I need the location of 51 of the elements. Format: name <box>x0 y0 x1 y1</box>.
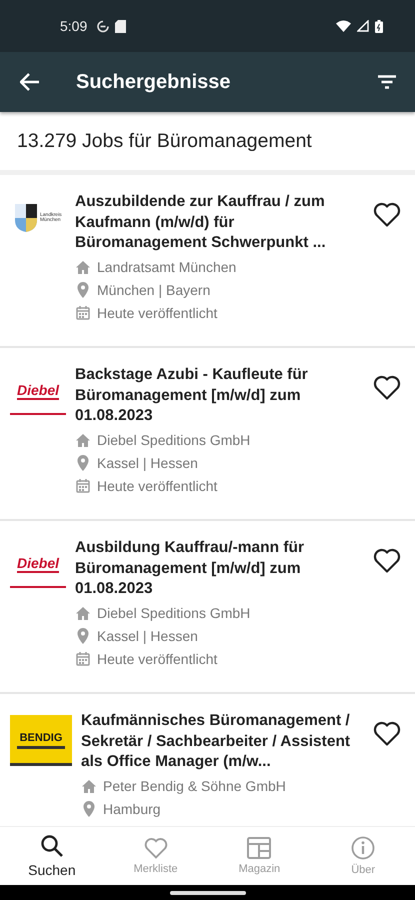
heart-icon <box>144 837 168 859</box>
company-name: Landratsamt München <box>97 259 236 275</box>
job-title: Backstage Azubi - Kaufleute für Büromanagement [m/w/d] zum 01.08.2023 <box>75 365 309 426</box>
job-card[interactable]: Diebel Ausbildung Kauffrau/-mann für Büromanagement [m/w/d] zum 01.08.2023 Diebel Speditions GmbH Kassel | Hessen Heute veröffentlicht <box>0 521 415 694</box>
publish-date: Heute veröffentlicht <box>97 478 218 494</box>
publish-date: Heute veröffentlicht <box>97 651 218 667</box>
calendar-icon <box>75 652 91 666</box>
filter-icon[interactable] <box>377 75 397 89</box>
publish-date: Heute veröffentlicht <box>97 305 218 321</box>
heart-icon[interactable] <box>373 548 401 573</box>
screen-title: Suchergebnisse <box>76 70 231 94</box>
battery-icon <box>375 20 383 32</box>
heart-icon[interactable] <box>373 721 401 746</box>
wifi-icon <box>336 20 351 32</box>
job-card[interactable]: BENDIG Kaufmännisches Büromanagement / Sekretär / Sachbearbeiter / Assistent als Office Manager (m/w... Peter Bendig & Söhne GmbH Hamburg <box>0 694 415 826</box>
result-count: 13.279 Jobs für Büromanagement <box>17 130 312 152</box>
job-title: Kaufmännisches Büromanagement / Sekretär / Sachbearbeiter / Assistent als Office Manager (m/w... <box>81 711 352 772</box>
company-name: Diebel Speditions GmbH <box>97 432 250 448</box>
calendar-icon <box>75 479 91 493</box>
nav-tab[interactable]: Suchen <box>0 827 104 885</box>
company-logo: Diebel <box>10 542 66 588</box>
company-name: Diebel Speditions GmbH <box>97 605 250 621</box>
job-title: Auszubildende zur Kauffrau / zum Kaufmann (m/w/d) für Büromanagement Schwerpunkt ... <box>75 192 327 253</box>
job-title: Ausbildung Kauffrau/-mann für Büromanagement [m/w/d] zum 01.08.2023 <box>75 538 306 599</box>
company-logo: Diebel <box>10 369 66 415</box>
home-icon <box>75 434 91 446</box>
home-icon <box>81 780 97 792</box>
location-pin-icon <box>75 628 91 644</box>
location-pin-icon <box>75 455 91 471</box>
location-pin-icon <box>75 282 91 298</box>
company-name: Peter Bendig & Söhne GmbH <box>103 778 286 794</box>
calendar-icon <box>75 306 91 320</box>
job-location: München | Bayern <box>97 282 210 298</box>
home-icon <box>75 606 91 620</box>
job-location: Kassel | Hessen <box>97 455 198 471</box>
info-icon <box>351 836 376 860</box>
company-logo: BENDIG <box>10 715 72 766</box>
search-icon <box>40 834 64 858</box>
newspaper-icon <box>247 837 272 859</box>
location-pin-icon <box>81 801 97 817</box>
heart-icon[interactable] <box>373 375 401 400</box>
job-card[interactable]: Diebel Backstage Azubi - Kaufleute für Büromanagement [m/w/d] zum 01.08.2023 Diebel Speditions GmbH Kassel | Hessen Heute veröffentlicht <box>0 348 415 521</box>
home-icon <box>75 260 91 274</box>
heart-icon[interactable] <box>373 202 401 227</box>
job-location: Kassel | Hessen <box>97 628 198 644</box>
job-location: Hamburg <box>103 801 161 817</box>
signal-icon <box>357 20 369 32</box>
back-arrow-icon[interactable] <box>20 73 40 91</box>
sd-card-icon <box>115 20 126 32</box>
status-time: 5:09 <box>60 18 88 34</box>
home-indicator[interactable] <box>170 890 246 894</box>
